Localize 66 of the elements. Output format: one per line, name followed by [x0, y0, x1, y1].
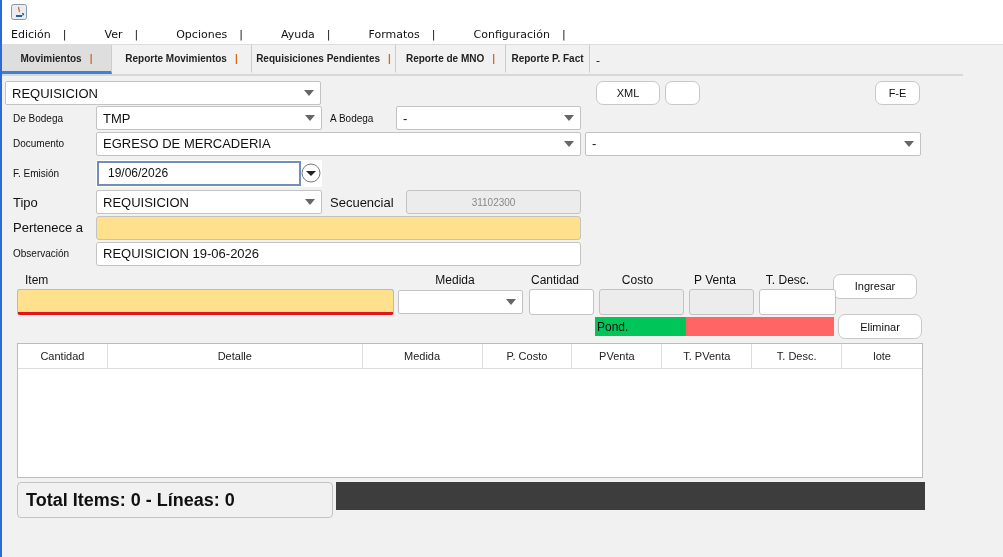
- java-cup-icon: [11, 4, 27, 20]
- column-header[interactable]: T. Desc.: [752, 344, 843, 368]
- column-label: Costo: [620, 273, 655, 287]
- menu-item[interactable]: Edición: [11, 27, 51, 41]
- column-header[interactable]: PVenta: [572, 344, 663, 368]
- field-label: Tipo: [12, 194, 39, 210]
- menu-separator: |: [134, 27, 139, 41]
- movement-type-dropdown[interactable]: REQUISICION: [5, 81, 321, 105]
- column-label: Medida: [434, 273, 476, 287]
- xml-button[interactable]: XML: [596, 81, 660, 105]
- column-label: Cantidad: [529, 273, 580, 287]
- price-field: [689, 289, 754, 315]
- field-label: De Bodega: [12, 112, 65, 124]
- date-field[interactable]: 19/06/2026: [97, 160, 301, 186]
- menu-separator: |: [431, 27, 436, 41]
- column-header[interactable]: lote: [842, 344, 923, 368]
- delete-button[interactable]: Eliminar: [838, 314, 922, 339]
- fe-button[interactable]: F-E: [875, 81, 920, 105]
- menu-item[interactable]: Ayuda: [280, 27, 315, 41]
- menu-separator: |: [326, 27, 331, 41]
- field-label: Documento: [12, 138, 66, 149]
- column-header[interactable]: T. PVenta: [662, 344, 753, 368]
- menu-separator: |: [62, 27, 67, 41]
- owner-field[interactable]: [96, 215, 581, 240]
- column-label: Item: [24, 273, 50, 287]
- source-warehouse-dropdown[interactable]: TMP: [96, 106, 322, 130]
- dropdown-caret-icon: [305, 115, 315, 121]
- menu-separator: |: [561, 27, 566, 41]
- date-dropdown-icon[interactable]: [301, 163, 321, 183]
- add-button[interactable]: Ingresar: [833, 273, 917, 299]
- field-label: A Bodega: [329, 112, 375, 124]
- column-header[interactable]: P. Costo: [482, 344, 573, 368]
- field-label: Secuencial: [329, 194, 395, 210]
- tab[interactable]: Movimientos |: [2, 45, 112, 74]
- column-header[interactable]: Cantidad: [18, 344, 108, 368]
- unit-dropdown[interactable]: [398, 290, 523, 314]
- document-extra-dropdown[interactable]: -: [585, 131, 921, 156]
- document-dropdown[interactable]: EGRESO DE MERCADERIA: [96, 131, 581, 156]
- menu-item[interactable]: Configuración: [473, 27, 550, 41]
- menu-item[interactable]: Formatos: [368, 27, 420, 41]
- column-header[interactable]: Medida: [362, 344, 483, 368]
- totals-text: Total Items: 0 - Líneas: 0: [17, 482, 333, 518]
- dropdown-caret-icon: [564, 140, 574, 147]
- dropdown-caret-icon: [506, 299, 516, 305]
- dropdown-caret-icon: [904, 140, 914, 147]
- dropdown-caret-icon: [564, 115, 574, 121]
- menu-item[interactable]: Opciones: [176, 27, 228, 41]
- weighted-status-bar: Pond.: [595, 317, 686, 336]
- item-field[interactable]: [17, 289, 394, 315]
- field-label: F. Emisión: [12, 167, 61, 179]
- discount-field[interactable]: [759, 289, 836, 315]
- type-dropdown[interactable]: REQUISICION: [96, 190, 322, 214]
- target-warehouse-dropdown[interactable]: -: [396, 106, 581, 130]
- dropdown-caret-icon: [304, 90, 314, 96]
- dropdown-caret-icon: [305, 199, 315, 205]
- menu-item[interactable]: Ver: [104, 27, 123, 41]
- blank-button[interactable]: [665, 81, 700, 105]
- quantity-field[interactable]: [529, 289, 594, 315]
- menu-separator: |: [239, 27, 243, 41]
- column-label: P Venta: [693, 273, 737, 287]
- tab-trailing-text: -: [595, 53, 601, 69]
- column-header[interactable]: Detalle: [107, 344, 363, 368]
- column-label: T. Desc.: [764, 273, 811, 287]
- observation-field[interactable]: REQUISICION 19-06-2026: [96, 241, 581, 266]
- field-label: Observación: [12, 248, 71, 259]
- field-label: Pertenece a: [12, 220, 85, 235]
